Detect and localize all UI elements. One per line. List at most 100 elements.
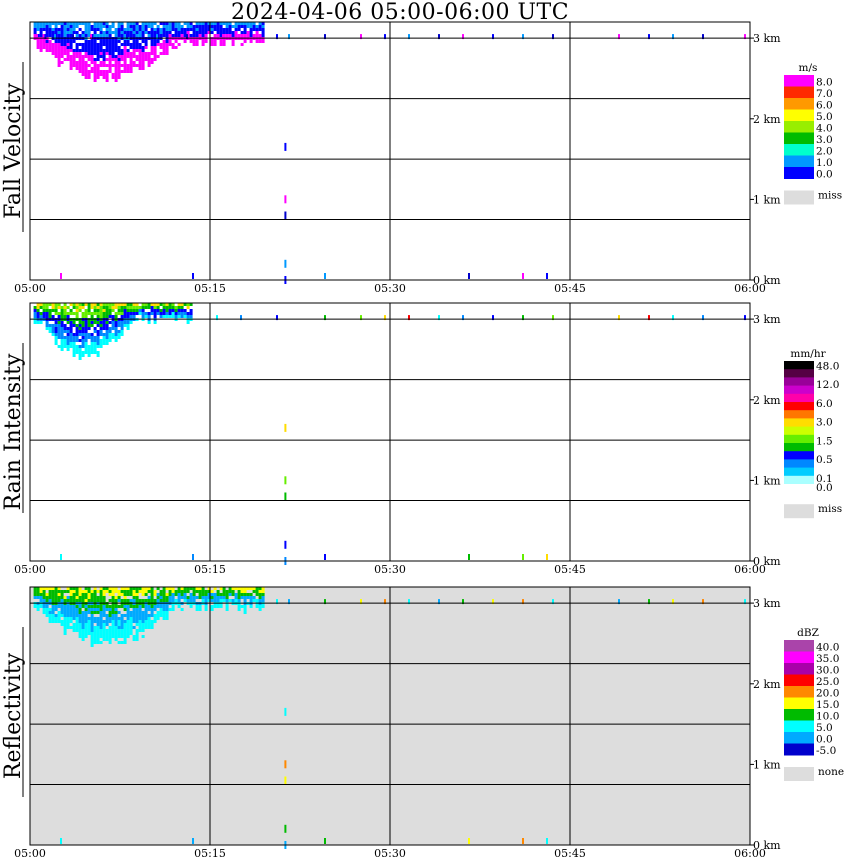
radar-time-height-charts: 05:00 05:15 05:30 05:45 06:000 km1 km2 km3 k… xyxy=(1,21,844,860)
data-cell xyxy=(255,25,259,28)
data-cell xyxy=(81,623,85,626)
data-cell xyxy=(90,324,94,327)
data-cell xyxy=(126,321,130,324)
data-cell xyxy=(126,67,130,70)
data-cell xyxy=(141,629,145,632)
data-cell xyxy=(153,309,157,312)
data-cell xyxy=(36,40,40,43)
data-cell xyxy=(93,599,97,602)
data-cell xyxy=(63,623,67,626)
data-cell xyxy=(117,641,121,644)
data-cell xyxy=(177,315,181,318)
data-cell xyxy=(72,333,76,336)
data-cell xyxy=(90,28,94,31)
data-cell xyxy=(111,52,115,55)
colorbar-missing-label: none xyxy=(818,766,844,778)
data-cell xyxy=(66,40,70,43)
data-cell xyxy=(93,351,97,354)
data-cell xyxy=(57,596,61,599)
data-cell xyxy=(159,614,163,617)
colorbar-label: 1.5 xyxy=(816,435,833,447)
data-cell xyxy=(123,641,127,644)
data-cell xyxy=(120,623,124,626)
data-cell xyxy=(84,351,88,354)
data-cell xyxy=(138,49,142,52)
data-cell xyxy=(129,55,133,58)
data-cell xyxy=(114,638,118,641)
data-cell xyxy=(72,608,76,611)
data-cell xyxy=(99,620,103,623)
data-cell xyxy=(111,309,115,312)
data-cell xyxy=(81,611,85,614)
data-cell xyxy=(111,336,115,339)
data-cell xyxy=(111,608,115,611)
data-cell xyxy=(78,345,82,348)
data-cell xyxy=(174,31,178,34)
data-cell xyxy=(186,312,190,315)
data-cell xyxy=(177,590,181,593)
data-cell xyxy=(42,312,46,315)
data-cell xyxy=(81,593,85,596)
data-cell xyxy=(192,25,196,28)
data-cell xyxy=(99,70,103,73)
data-cell xyxy=(99,46,103,49)
data-cell xyxy=(93,43,97,46)
data-cell xyxy=(141,590,145,593)
data-cell xyxy=(87,351,91,354)
data-cell xyxy=(120,52,124,55)
data-cell xyxy=(102,40,106,43)
data-cell xyxy=(249,596,253,599)
data-cell xyxy=(84,620,88,623)
data-cell xyxy=(39,596,43,599)
data-cell xyxy=(102,638,106,641)
data-cell xyxy=(93,348,97,351)
data-cell xyxy=(72,31,76,34)
data-cell xyxy=(255,605,259,608)
colorbar-label: 4.0 xyxy=(816,123,833,135)
data-cell xyxy=(99,324,103,327)
data-cell xyxy=(78,43,82,46)
data-cell xyxy=(114,34,118,37)
data-cell xyxy=(252,596,256,599)
data-cell xyxy=(54,599,58,602)
data-cell xyxy=(102,58,106,61)
data-cell xyxy=(153,593,157,596)
data-cell xyxy=(96,638,100,641)
data-cell xyxy=(105,632,109,635)
data-cell xyxy=(246,596,250,599)
data-cell xyxy=(84,605,88,608)
data-cell xyxy=(54,25,58,28)
data-cell xyxy=(111,321,115,324)
data-cell xyxy=(165,596,169,599)
data-cell xyxy=(66,49,70,52)
data-cell xyxy=(90,70,94,73)
data-cell xyxy=(48,608,52,611)
data-cell xyxy=(102,327,106,330)
data-cell xyxy=(57,327,61,330)
data-cell xyxy=(153,590,157,593)
data-cell xyxy=(240,34,244,37)
panel-side-title: Fall Velocity xyxy=(1,83,26,219)
data-cell xyxy=(117,70,121,73)
data-cell xyxy=(147,617,151,620)
data-cell xyxy=(99,626,103,629)
data-cell xyxy=(90,306,94,309)
data-cell xyxy=(48,28,52,31)
data-cell xyxy=(84,596,88,599)
data-cell xyxy=(126,40,130,43)
data-cell xyxy=(111,620,115,623)
data-cell xyxy=(81,632,85,635)
data-cell xyxy=(84,312,88,315)
data-cell xyxy=(105,315,109,318)
data-cell xyxy=(75,336,79,339)
data-cell xyxy=(90,348,94,351)
data-cell xyxy=(57,321,61,324)
data-cell xyxy=(231,31,235,34)
data-cell xyxy=(186,31,190,34)
data-cell xyxy=(468,273,470,279)
data-cell xyxy=(258,40,262,43)
data-cell xyxy=(66,614,70,617)
data-cell xyxy=(105,73,109,76)
data-cell xyxy=(162,608,166,611)
data-cell xyxy=(156,55,160,58)
